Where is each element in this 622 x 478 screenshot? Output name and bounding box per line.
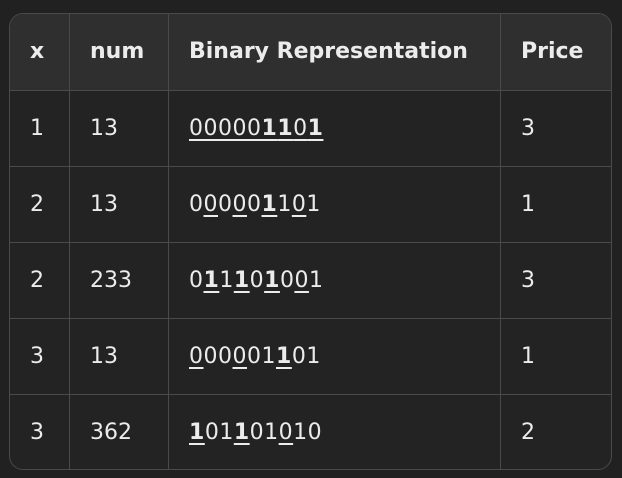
header-price: Price (500, 14, 611, 91)
cell-price: 1 (500, 318, 611, 395)
binary-digit: 1 (308, 267, 324, 293)
cell-price: 3 (500, 90, 611, 167)
cell-x: 3 (10, 318, 70, 395)
table-header-row: x num Binary Representation Price (10, 14, 611, 91)
cell-price: 3 (500, 242, 611, 319)
binary-digit: 0 (294, 267, 309, 293)
table-row: 3 13 000001101 1 (10, 318, 611, 395)
binary-digit: 0 (278, 419, 294, 445)
cell-price: 2 (521, 419, 535, 445)
cell-binary: 000001101 (168, 166, 501, 243)
binary-digit: 0 (189, 267, 204, 293)
cell-num: 362 (69, 394, 169, 469)
binary-digit: 1 (219, 419, 234, 445)
binary-digit: 0 (249, 267, 265, 293)
table-row: 2 233 011101001 3 (10, 242, 611, 319)
binary-digit: 1 (261, 115, 278, 141)
binary-digit: 0 (307, 419, 323, 445)
binary-digit: 1 (306, 343, 321, 369)
price-table: x num Binary Representation Price 1 13 0… (10, 14, 611, 469)
cell-binary: 000001101 (168, 318, 501, 395)
binary-digit: 0 (249, 419, 265, 445)
price-table-container: x num Binary Representation Price 1 13 0… (9, 13, 612, 470)
table-row: 3 362 101101010 2 (10, 394, 611, 469)
binary-digit: 1 (264, 419, 279, 445)
binary-digit: 0 (218, 191, 233, 217)
binary-digit: 0 (247, 191, 262, 217)
binary-digit: 0 (279, 267, 295, 293)
cell-num: 13 (69, 318, 169, 395)
binary-digit: 1 (261, 191, 278, 217)
binary-digit: 0 (203, 343, 218, 369)
binary-digit: 0 (203, 191, 218, 217)
binary-digit: 1 (233, 267, 250, 293)
table-row: 2 13 000001101 1 (10, 166, 611, 243)
binary-digit: 0 (247, 343, 262, 369)
binary-digit: 0 (232, 343, 247, 369)
cell-num: 13 (69, 90, 169, 167)
binary-digit: 0 (232, 115, 247, 141)
cell-x: 1 (10, 90, 70, 167)
cell-x: 3 (10, 394, 70, 469)
cell-x: 2 (10, 166, 70, 243)
cell-x: 2 (10, 242, 70, 319)
cell-num: 13 (69, 166, 169, 243)
binary-digit: 0 (247, 115, 262, 141)
binary-digit: 0 (189, 343, 204, 369)
binary-digit: 0 (218, 115, 233, 141)
binary-digit: 0 (291, 343, 307, 369)
header-num: num (69, 14, 169, 91)
binary-digit: 0 (189, 191, 204, 217)
binary-digit: 1 (277, 191, 292, 217)
binary-digit: 1 (306, 191, 321, 217)
cell-binary: 101101010 (168, 394, 501, 469)
cell-binary: 011101001 (168, 242, 501, 319)
binary-digit: 0 (189, 115, 204, 141)
binary-digit: 1 (277, 115, 294, 141)
header-binary: Binary Representation (168, 14, 501, 91)
binary-digit: 1 (203, 267, 220, 293)
binary-digit: 1 (261, 343, 276, 369)
cell-binary: 000001101 (168, 90, 501, 167)
binary-digit: 0 (203, 115, 218, 141)
cell-num: 233 (69, 242, 169, 319)
binary-digit: 1 (233, 419, 250, 445)
binary-digit: 1 (307, 115, 324, 141)
binary-digit: 1 (264, 267, 280, 293)
header-x: x (10, 14, 70, 91)
binary-digit: 0 (218, 343, 233, 369)
table-body: 1 13 000001101 3 2 13 000001101 1 2 233 … (10, 90, 611, 469)
binary-digit: 1 (219, 267, 234, 293)
binary-digit: 1 (293, 419, 308, 445)
binary-digit: 0 (232, 191, 247, 217)
binary-digit: 0 (291, 191, 307, 217)
binary-digit: 0 (293, 115, 308, 141)
binary-digit: 1 (276, 343, 292, 369)
table-row: 1 13 000001101 3 (10, 90, 611, 167)
cell-price: 1 (500, 166, 611, 243)
binary-digit: 1 (189, 419, 205, 445)
binary-digit: 0 (204, 419, 220, 445)
